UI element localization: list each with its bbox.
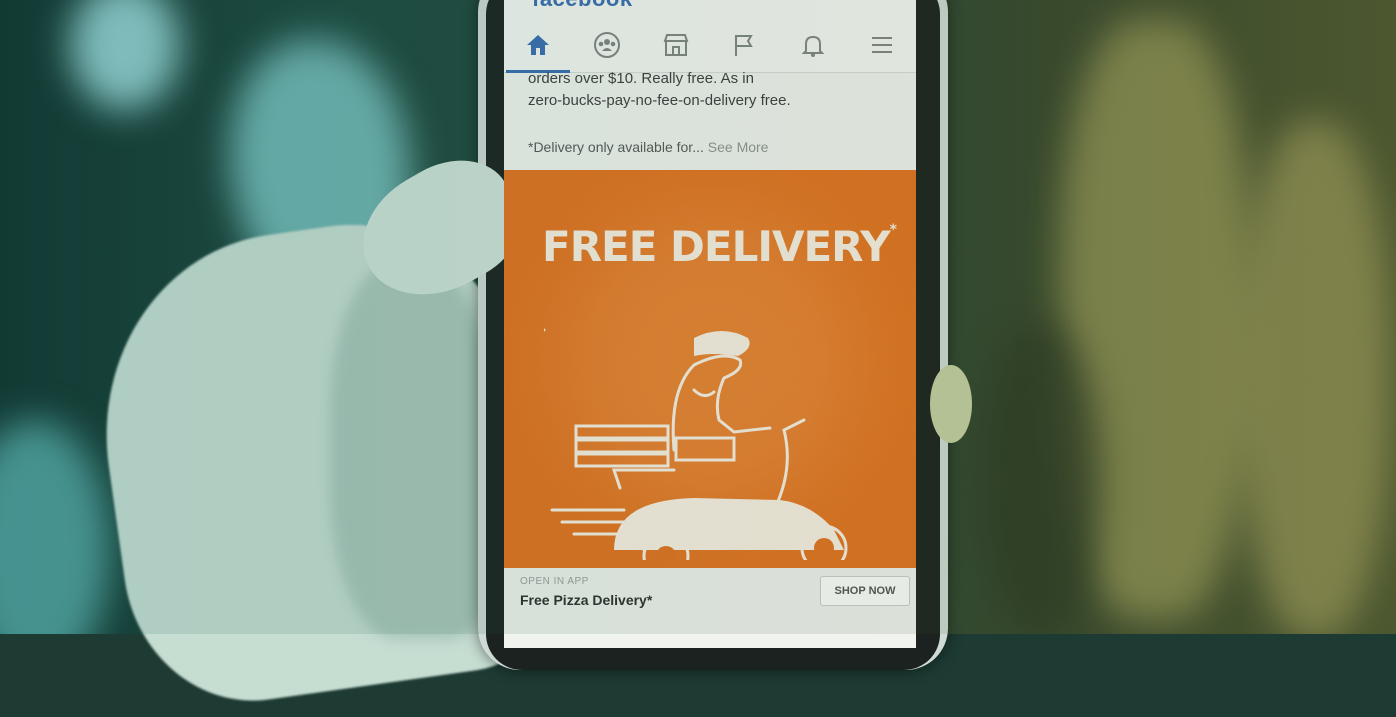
notifications-bell-icon — [801, 35, 825, 57]
post-line: orders over $10. Really free. As in — [528, 70, 754, 87]
background-blur-shape — [980, 320, 1100, 634]
tab-bar — [504, 20, 916, 73]
pizza-box — [574, 424, 670, 440]
hand-shadow — [330, 260, 500, 640]
open-in-app-label: OPEN IN APP — [520, 576, 589, 587]
post-line: zero-bucks-pay-no-fee-on-delivery free. — [528, 92, 791, 109]
home-icon — [527, 35, 550, 55]
marketplace-icon — [663, 34, 689, 56]
ad-title[interactable]: Free Pizza Delivery* — [520, 592, 652, 608]
tab-home[interactable] — [506, 25, 571, 73]
post-body: orders over $10. Really free. As in zero… — [528, 68, 898, 112]
pizza-box — [574, 452, 670, 468]
delivery-scooter-illustration — [544, 328, 848, 560]
tab-groups[interactable] — [587, 25, 627, 65]
menu-icon — [871, 37, 892, 53]
background-blur-shape — [70, 0, 180, 110]
see-more-link[interactable]: See More — [708, 139, 769, 155]
ad-image[interactable]: FREE DELIVERY* — [504, 170, 916, 568]
pages-flag-icon — [735, 35, 754, 56]
tab-pages[interactable] — [724, 25, 764, 65]
app-header: facebook — [504, 0, 916, 73]
tab-menu[interactable] — [862, 25, 902, 65]
background-blur-shape — [1240, 120, 1390, 634]
shop-now-button[interactable]: SHOP NOW — [820, 576, 910, 606]
background-blur-shape — [0, 420, 110, 634]
groups-icon — [593, 32, 620, 58]
tab-marketplace[interactable] — [656, 25, 696, 65]
facebook-logo[interactable]: facebook — [532, 0, 633, 8]
post-note: *Delivery only available for... See More — [528, 139, 768, 155]
phone-screen: facebook orders over $10. Really free. A… — [504, 0, 916, 648]
pizza-box — [574, 438, 670, 454]
delivery-note: *Delivery only available for... — [528, 139, 704, 155]
fingertip — [930, 365, 972, 443]
tab-notifications[interactable] — [793, 25, 833, 65]
headline-mark: * — [889, 222, 897, 238]
ad-footer: OPEN IN APP Free Pizza Delivery* SHOP NO… — [504, 568, 916, 648]
